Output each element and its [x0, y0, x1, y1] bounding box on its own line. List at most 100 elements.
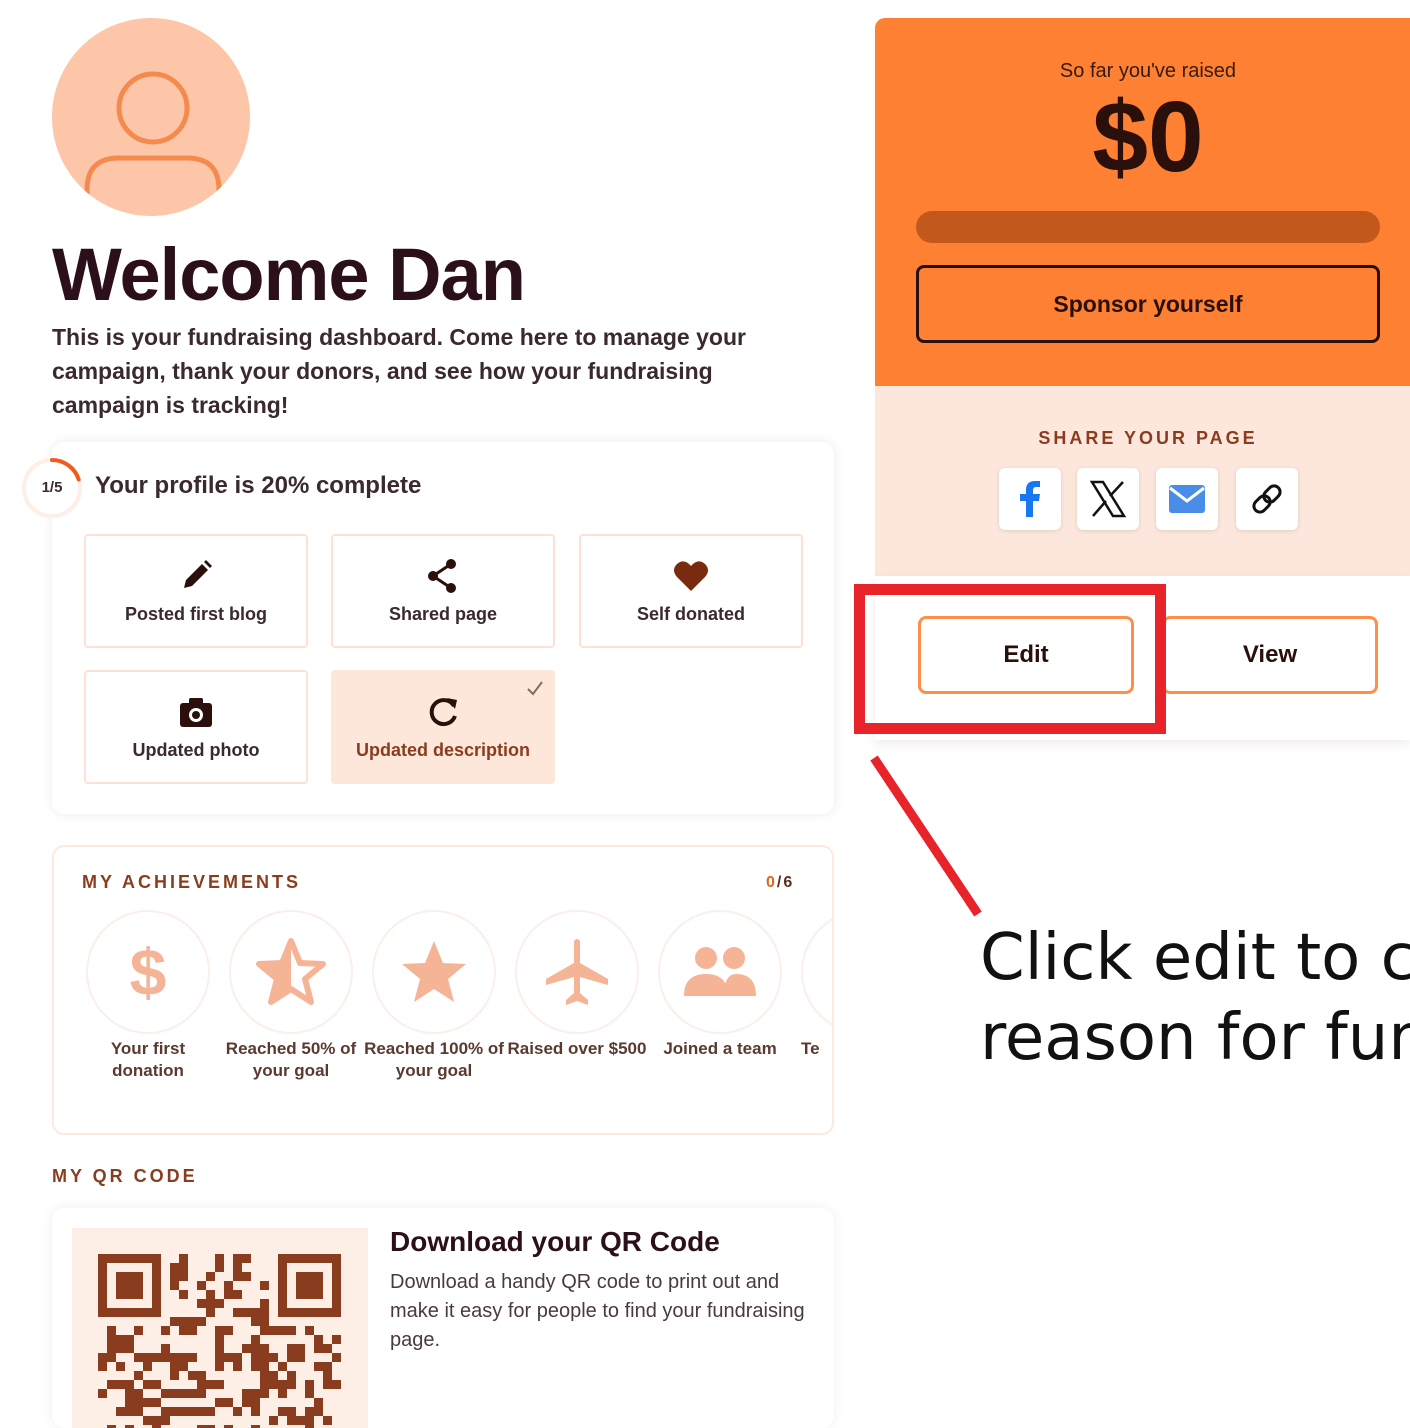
qr-module [251, 1398, 260, 1407]
qr-module [242, 1254, 251, 1263]
airplane-icon [546, 939, 608, 1005]
qr-module [215, 1263, 224, 1272]
qr-module [323, 1416, 332, 1425]
share-copy-link-button[interactable] [1236, 468, 1298, 530]
share-title: SHARE YOUR PAGE [1038, 428, 1258, 448]
task-label: Self donated [636, 604, 745, 624]
sponsor-yourself-button[interactable]: Sponsor yourself [916, 265, 1380, 343]
qr-module [161, 1326, 170, 1335]
qr-module [305, 1416, 314, 1425]
task-posted-first-blog[interactable]: Posted first blog [84, 534, 308, 648]
qr-module [206, 1299, 215, 1308]
avatar[interactable] [52, 18, 250, 216]
qr-module [206, 1380, 215, 1389]
qr-module [233, 1308, 242, 1317]
qr-module [170, 1407, 179, 1416]
qr-module [179, 1272, 188, 1281]
achievement-label: Te [801, 1039, 820, 1058]
qr-module [278, 1380, 287, 1389]
qr-module [125, 1335, 134, 1344]
qr-module [242, 1398, 251, 1407]
task-shared-page[interactable]: Shared page [331, 534, 555, 648]
task-label: Updated photo [132, 740, 260, 760]
qr-module [215, 1254, 224, 1263]
qr-module [269, 1380, 278, 1389]
achievement-badge-raised-500 [515, 910, 639, 1034]
achievement-label: Reached 100% of your goal [364, 1039, 504, 1080]
qr-code-image [98, 1254, 341, 1428]
qr-finder [116, 1272, 143, 1299]
qr-module [305, 1407, 314, 1416]
qr-module [242, 1344, 251, 1353]
task-updated-photo[interactable]: Updated photo [84, 670, 308, 784]
qr-module [323, 1371, 332, 1380]
qr-code-preview[interactable] [72, 1228, 368, 1428]
qr-module [125, 1344, 134, 1353]
qr-module [233, 1290, 242, 1299]
qr-module [278, 1326, 287, 1335]
qr-module [215, 1335, 224, 1344]
qr-module [197, 1281, 206, 1290]
qr-module [260, 1308, 269, 1317]
qr-module [116, 1380, 125, 1389]
qr-module [143, 1416, 152, 1425]
annotation-arrow [870, 755, 982, 917]
qr-module [332, 1335, 341, 1344]
qr-module [323, 1380, 332, 1389]
qr-module [224, 1398, 233, 1407]
task-label: Posted first blog [124, 604, 267, 624]
qr-module [287, 1416, 296, 1425]
qr-module [170, 1353, 179, 1362]
qr-module [179, 1407, 188, 1416]
qr-module [179, 1290, 188, 1299]
qr-module [269, 1416, 278, 1425]
qr-module [242, 1308, 251, 1317]
share-email-button[interactable] [1156, 468, 1218, 530]
qr-module [314, 1362, 323, 1371]
qr-module [188, 1326, 197, 1335]
qr-module [98, 1362, 107, 1371]
qr-description: Download a handy QR code to print out an… [390, 1271, 805, 1351]
qr-module [269, 1353, 278, 1362]
qr-module [314, 1398, 323, 1407]
share-x-button[interactable] [1077, 468, 1139, 530]
qr-module [170, 1362, 179, 1371]
qr-module [287, 1407, 296, 1416]
qr-module [188, 1353, 197, 1362]
qr-module [161, 1416, 170, 1425]
qr-module [260, 1317, 269, 1326]
view-button[interactable]: View [1162, 616, 1378, 694]
achievement-badge-first-donation: $ [86, 910, 210, 1034]
qr-module [134, 1371, 143, 1380]
heart-icon [674, 561, 708, 591]
qr-module [125, 1407, 134, 1416]
qr-module [251, 1308, 260, 1317]
task-self-donated[interactable]: Self donated [579, 534, 803, 648]
share-facebook-button[interactable] [999, 468, 1061, 530]
task-label: Updated description [355, 740, 530, 760]
qr-module [278, 1407, 287, 1416]
achievement-badge-100-percent [372, 910, 496, 1034]
qr-module [116, 1344, 125, 1353]
qr-module [242, 1272, 251, 1281]
qr-module [125, 1389, 134, 1398]
qr-module [305, 1389, 314, 1398]
qr-module [161, 1344, 170, 1353]
qr-module [206, 1308, 215, 1317]
qr-module [197, 1380, 206, 1389]
qr-module [260, 1380, 269, 1389]
qr-module [251, 1389, 260, 1398]
qr-module [179, 1317, 188, 1326]
star-icon [402, 941, 466, 1002]
achievements-title: MY ACHIEVEMENTS [82, 872, 302, 892]
raised-amount: $0 [1092, 81, 1204, 193]
qr-module [233, 1353, 242, 1362]
qr-module [233, 1407, 242, 1416]
pencil-icon [184, 560, 212, 588]
qr-module [233, 1263, 242, 1272]
task-updated-description[interactable]: Updated description [331, 670, 555, 784]
qr-module [305, 1380, 314, 1389]
qr-module [188, 1317, 197, 1326]
user-icon [84, 71, 222, 216]
qr-module [152, 1416, 161, 1425]
